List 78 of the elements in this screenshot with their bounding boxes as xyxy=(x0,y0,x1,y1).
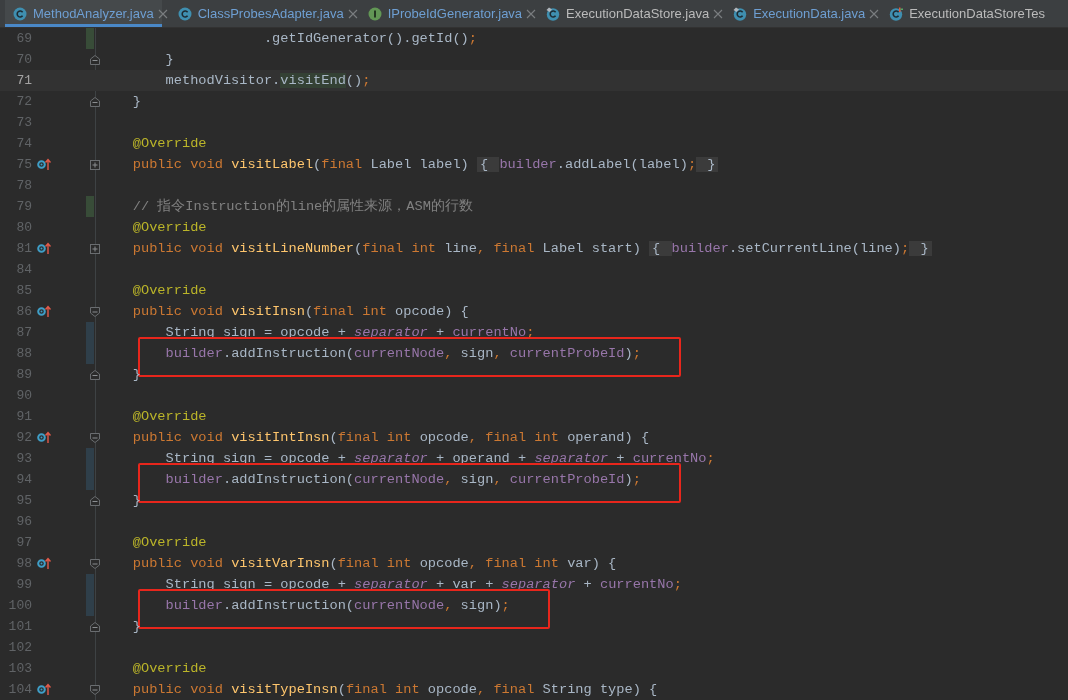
line-number: 69 xyxy=(15,29,32,48)
fold-icon[interactable] xyxy=(90,307,100,317)
test-class-icon xyxy=(889,6,904,21)
line-number: 79 xyxy=(15,197,32,216)
code-line: public void visitLabel(final Label label) { builder.addLabel(label); } xyxy=(100,154,719,175)
line-number: 100 xyxy=(7,596,32,615)
code-line: public void visitLineNumber(final int line, final Label start) { builder.setCurrentLine(line); } xyxy=(100,238,932,259)
fold-icon[interactable] xyxy=(90,496,100,506)
fold-icon[interactable] xyxy=(90,622,100,632)
fold-icon[interactable] xyxy=(90,55,100,65)
line-number: 75 xyxy=(15,155,32,174)
line-number: 86 xyxy=(15,302,32,321)
code-line: @Override xyxy=(131,534,207,552)
editor-tab[interactable]: MethodAnalyzer.java xyxy=(5,0,162,27)
class-icon xyxy=(546,6,561,21)
code-line: } xyxy=(164,51,174,69)
code-line: @Override xyxy=(131,219,207,237)
expand-icon[interactable] xyxy=(90,244,100,254)
line-number: 101 xyxy=(7,617,32,636)
expand-icon[interactable] xyxy=(90,160,100,170)
line-number: 88 xyxy=(15,344,32,363)
line-number: 81 xyxy=(15,239,32,258)
line-number: 89 xyxy=(15,365,32,384)
line-number: 85 xyxy=(15,281,32,300)
fold-icon[interactable] xyxy=(90,559,100,569)
line-number: 91 xyxy=(15,407,32,426)
code-line: @Override xyxy=(131,135,207,153)
code-line: } xyxy=(131,618,141,636)
editor-tab[interactable]: ExecutionData.java xyxy=(725,0,874,27)
code-line: builder.addInstruction(currentNode, sign); xyxy=(100,595,510,616)
code-line: } xyxy=(131,366,141,384)
line-number: 99 xyxy=(15,575,32,594)
line-number: 92 xyxy=(15,428,32,447)
fold-icon[interactable] xyxy=(90,685,100,695)
code-line: public void visitIntInsn(final int opcode, final int operand) { xyxy=(131,429,650,447)
code-line: @Override xyxy=(131,282,207,300)
line-number: 95 xyxy=(15,491,32,510)
line-number: 93 xyxy=(15,449,32,468)
line-number: 87 xyxy=(15,323,32,342)
code-line: builder.addInstruction(currentNode, sign, currentProbeId); xyxy=(100,469,641,490)
code-line: builder.addInstruction(currentNode, sign, currentProbeId); xyxy=(100,343,641,364)
fold-icon[interactable] xyxy=(90,370,100,380)
class-icon xyxy=(13,6,27,21)
code-line: @Override xyxy=(131,408,207,426)
line-number: 72 xyxy=(15,92,32,111)
line-number: 102 xyxy=(7,638,32,657)
interface-icon xyxy=(367,6,382,21)
code-line: @Override xyxy=(131,660,207,678)
class-icon xyxy=(177,6,192,21)
editor-tab[interactable]: IProbeIdGenerator.java xyxy=(359,0,531,27)
editor-tab[interactable]: ClassProbesAdapter.java xyxy=(169,0,352,27)
code-line: // 指令Instruction的line的属性来源，ASM的行数 xyxy=(131,197,473,216)
code-line: public void visitTypeInsn(final int opcode, final String type) { xyxy=(131,681,658,699)
line-number: 90 xyxy=(15,386,32,405)
editor-tab[interactable]: ExecutionDataStore.java xyxy=(538,0,718,27)
line-number: 73 xyxy=(15,113,32,132)
line-number: 78 xyxy=(15,176,32,195)
line-number: 80 xyxy=(15,218,32,237)
code-line: } xyxy=(131,492,141,510)
code-line: methodVisitor.visitEnd(); xyxy=(164,72,371,90)
line-number: 74 xyxy=(15,134,32,153)
class-icon xyxy=(733,6,748,21)
line-number: 104 xyxy=(7,680,32,699)
line-number: 84 xyxy=(15,260,32,279)
fold-icon[interactable] xyxy=(90,433,100,443)
line-number: 94 xyxy=(15,470,32,489)
code-line: } xyxy=(131,93,141,111)
code-line: public void visitInsn(final int opcode) { xyxy=(131,303,469,321)
line-number: 70 xyxy=(15,50,32,69)
fold-icon[interactable] xyxy=(90,97,100,107)
code-line: .getIdGenerator().getId(); xyxy=(262,30,477,48)
code-line: public void visitVarInsn(final int opcode, final int var) { xyxy=(131,555,617,573)
line-number: 96 xyxy=(15,512,32,531)
editor-tab[interactable]: ExecutionDataStoreTes xyxy=(881,0,1054,27)
line-number: 98 xyxy=(15,554,32,573)
line-number: 103 xyxy=(7,659,32,678)
line-number: 97 xyxy=(15,533,32,552)
line-number: 71 xyxy=(15,71,32,90)
